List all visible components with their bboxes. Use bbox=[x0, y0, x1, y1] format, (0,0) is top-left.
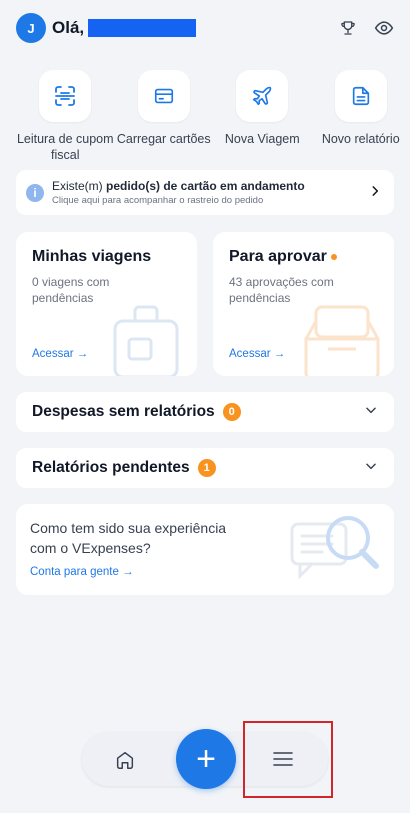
inbox-icon bbox=[300, 299, 384, 376]
count-badge: 1 bbox=[197, 459, 216, 477]
home-icon[interactable] bbox=[112, 747, 138, 773]
card-title: Minhas viagens bbox=[32, 248, 152, 265]
top-header: J Olá, bbox=[16, 12, 394, 44]
banner-bold: pedido(s) de cartão em andamento bbox=[106, 179, 305, 193]
trophy-icon[interactable] bbox=[338, 18, 358, 38]
pending-reports[interactable]: Relatórios pendentes 1 bbox=[16, 448, 394, 488]
quick-action-new-report[interactable]: Novo relatório bbox=[312, 70, 410, 163]
add-button[interactable]: + bbox=[176, 729, 236, 789]
scan-receipt-icon bbox=[39, 70, 92, 122]
chevron-down-icon bbox=[364, 459, 378, 478]
my-trips-card[interactable]: Minhas viagens 0 viagens com pendências … bbox=[16, 232, 197, 376]
highlight-box bbox=[243, 721, 333, 798]
quick-actions: Leitura de cupom fiscal Carregar cartões… bbox=[16, 70, 410, 163]
quick-action-new-trip[interactable]: Nova Viagem bbox=[213, 70, 312, 163]
access-link[interactable]: Acessar → bbox=[229, 348, 285, 360]
access-link[interactable]: Acessar → bbox=[32, 348, 88, 360]
airplane-icon bbox=[236, 70, 289, 122]
quick-action-load-cards[interactable]: Carregar cartões bbox=[115, 70, 214, 163]
chevron-right-icon bbox=[368, 184, 382, 202]
expenses-without-reports[interactable]: Despesas sem relatórios 0 bbox=[16, 392, 394, 432]
banner-prefix: Existe(m) bbox=[52, 179, 106, 193]
count-badge: 0 bbox=[222, 403, 241, 421]
quick-action-label: Nova Viagem bbox=[224, 132, 300, 146]
to-approve-card[interactable]: Para aprovar 43 aprovações com pendência… bbox=[213, 232, 394, 376]
quick-action-scan-receipt[interactable]: Leitura de cupom fiscal bbox=[16, 70, 115, 163]
luggage-icon bbox=[107, 299, 187, 376]
chat-search-icon bbox=[286, 508, 386, 595]
chevron-down-icon bbox=[364, 403, 378, 422]
banner-subtitle: Clique aqui para acompanhar o rastreio d… bbox=[52, 195, 264, 206]
info-icon: i bbox=[26, 183, 44, 202]
card-icon bbox=[137, 70, 190, 122]
summary-cards: Minhas viagens 0 viagens com pendências … bbox=[16, 232, 394, 376]
quick-action-label: Leitura de cupom fiscal bbox=[16, 132, 114, 162]
avatar[interactable]: J bbox=[16, 13, 46, 43]
card-order-banner[interactable]: i Existe(m) pedido(s) de cartão em andam… bbox=[16, 170, 394, 215]
section-title: Despesas sem relatórios bbox=[32, 403, 215, 420]
feedback-text: Como tem sido sua experiência com o VExp… bbox=[30, 520, 227, 556]
eye-icon[interactable] bbox=[374, 18, 394, 38]
document-icon bbox=[334, 70, 387, 122]
quick-action-label: Carregar cartões bbox=[116, 132, 211, 146]
card-title: Para aprovar bbox=[229, 248, 327, 265]
quick-action-label: Novo relatório bbox=[321, 132, 400, 146]
section-title: Relatórios pendentes bbox=[32, 459, 190, 476]
redacted-username bbox=[88, 19, 197, 37]
feedback-card[interactable]: Como tem sido sua experiência com o VExp… bbox=[16, 504, 394, 595]
greeting-text: Olá, bbox=[52, 18, 85, 37]
notification-dot bbox=[330, 253, 337, 260]
